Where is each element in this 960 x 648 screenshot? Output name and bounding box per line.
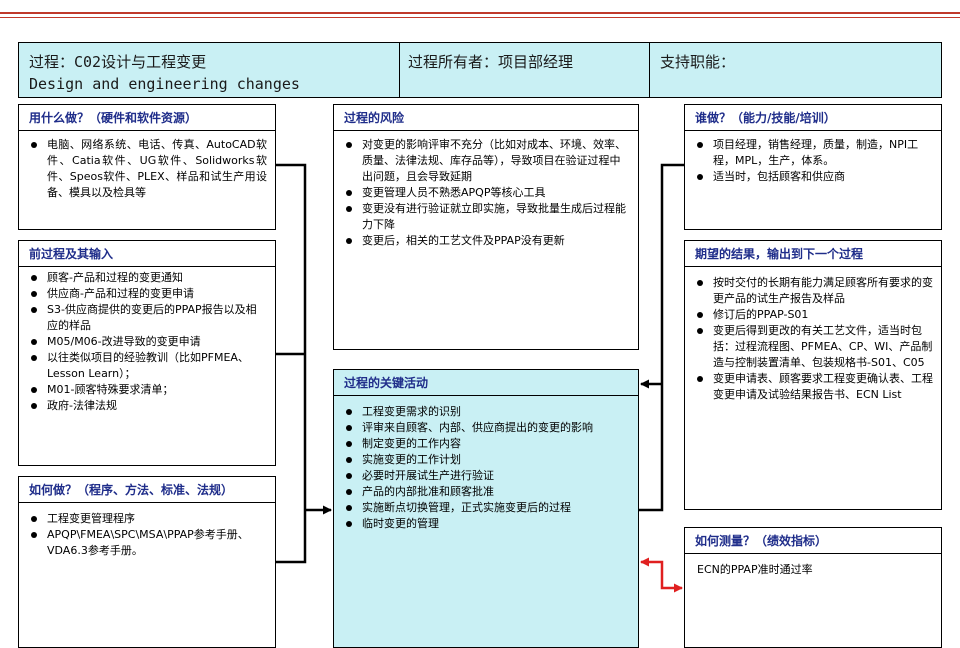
support-function: 支持职能： (660, 53, 736, 71)
list-item: 制定变更的工作内容 (344, 436, 630, 452)
list-item: 变更管理人员不熟悉APQP等核心工具 (344, 185, 630, 201)
connector-resources (276, 163, 307, 510)
how-title: 如何做？（程序、方法、标准、法规） (19, 477, 275, 503)
list-item: 对变更的影响评审不充分（比如对成本、环境、效率、质量、法律法规、库存品等），导致… (344, 137, 630, 185)
connector-how (276, 510, 307, 564)
results-box: 期望的结果，输出到下一个过程 按时交付的长期有能力满足顾客所有要求的变更产品的试… (684, 240, 942, 510)
list-item: 顾客-产品和过程的变更通知 (29, 270, 267, 286)
who-title: 谁做？（能力/技能/培训） (685, 105, 941, 131)
who-box: 谁做？（能力/技能/培训） 项目经理，销售经理，质量，制造，NPI工程，MPL，… (684, 104, 942, 230)
list-item: 工程变更管理程序 (29, 511, 267, 527)
connector-to-who (639, 163, 684, 512)
process-header: 过程：C02设计与工程变更 Design and engineering cha… (18, 42, 942, 98)
risk-list: 对变更的影响评审不充分（比如对成本、环境、效率、质量、法律法规、库存品等），导致… (344, 137, 630, 249)
process-title-en: Design and engineering changes (29, 75, 300, 93)
who-list: 项目经理，销售经理，质量，制造，NPI工程，MPL，生产，体系。 适当时，包括顾… (695, 137, 933, 185)
list-item: 实施断点切换管理，正式实施变更后的过程 (344, 500, 630, 516)
risk-title: 过程的风险 (334, 105, 638, 131)
list-item: 产品的内部批准和顾客批准 (344, 484, 630, 500)
list-item: 变更后，相关的工艺文件及PPAP没有更新 (344, 233, 630, 249)
measure-box: 如何测量？（绩效指标） ECN的PPAP准时通过率 (684, 527, 942, 648)
list-item: 以往类似项目的经验教训（比如PFMEA、Lesson Learn）； (29, 350, 267, 382)
key-activities-box: 过程的关键活动 工程变更需求的识别 评审来自顾客、内部、供应商提出的变更的影响 … (333, 369, 639, 648)
process-title-cn: 过程：C02设计与工程变更 (29, 53, 207, 71)
resources-box: 用什么做？（硬件和软件资源） 电脑、网络系统、电话、传真、AutoCAD软件、C… (18, 104, 276, 230)
measure-kpi: ECN的PPAP准时通过率 (697, 563, 813, 576)
list-item: 修订后的PPAP-S01 (695, 307, 933, 323)
process-title-cell: 过程：C02设计与工程变更 Design and engineering cha… (19, 43, 399, 97)
process-owner: 过程所有者：项目部经理 (408, 53, 574, 71)
list-item: APQP\FMEA\SPC\MSA\PPAP参考手册、VDA6.3参考手册。 (29, 527, 267, 559)
measure-feedback-arrow (640, 557, 683, 593)
measure-title: 如何测量？（绩效指标） (685, 528, 941, 554)
list-item: 必要时开展试生产进行验证 (344, 468, 630, 484)
list-item: 适当时，包括顾客和供应商 (695, 169, 933, 185)
resources-title: 用什么做？（硬件和软件资源） (19, 105, 275, 131)
list-item: 临时变更的管理 (344, 516, 630, 532)
support-function-cell: 支持职能： (649, 43, 943, 97)
list-item: 供应商-产品和过程的变更申请 (29, 286, 267, 302)
list-item: S3-供应商提供的变更后的PPAP报告以及相应的样品 (29, 302, 267, 334)
list-item: 按时交付的长期有能力满足顾客所有要求的变更产品的试生产报告及样品 (695, 275, 933, 307)
prior-process-title: 前过程及其输入 (19, 241, 275, 267)
key-activities-title: 过程的关键活动 (334, 370, 638, 396)
top-rule-thin (0, 17, 960, 18)
input-connectors (276, 163, 332, 564)
process-owner-cell: 过程所有者：项目部经理 (399, 43, 649, 97)
results-list: 按时交付的长期有能力满足顾客所有要求的变更产品的试生产报告及样品 修订后的PPA… (695, 275, 933, 403)
resources-list: 电脑、网络系统、电话、传真、AutoCAD软件、Catia软件、UG软件、Sol… (29, 137, 267, 201)
list-item: 实施变更的工作计划 (344, 452, 630, 468)
results-title: 期望的结果，输出到下一个过程 (685, 241, 941, 267)
top-rule (0, 12, 960, 14)
key-activities-list: 工程变更需求的识别 评审来自顾客、内部、供应商提出的变更的影响 制定变更的工作内… (344, 404, 630, 532)
how-list: 工程变更管理程序 APQP\FMEA\SPC\MSA\PPAP参考手册、VDA6… (29, 511, 267, 559)
list-item: 工程变更需求的识别 (344, 404, 630, 420)
risk-box: 过程的风险 对变更的影响评审不充分（比如对成本、环境、效率、质量、法律法规、库存… (333, 104, 639, 350)
prior-process-box: 前过程及其输入 顾客-产品和过程的变更通知 供应商-产品和过程的变更申请 S3-… (18, 240, 276, 466)
output-connectors (639, 163, 684, 512)
prior-process-list: 顾客-产品和过程的变更通知 供应商-产品和过程的变更申请 S3-供应商提供的变更… (29, 270, 267, 414)
list-item: 评审来自顾客、内部、供应商提出的变更的影响 (344, 420, 630, 436)
list-item: 政府-法律法规 (29, 398, 267, 414)
list-item: 电脑、网络系统、电话、传真、AutoCAD软件、Catia软件、UG软件、Sol… (29, 137, 267, 201)
list-item: 变更没有进行验证就立即实施，导致批量生成后过程能力下降 (344, 201, 630, 233)
list-item: 项目经理，销售经理，质量，制造，NPI工程，MPL，生产，体系。 (695, 137, 933, 169)
how-box: 如何做？（程序、方法、标准、法规） 工程变更管理程序 APQP\FMEA\SPC… (18, 476, 276, 648)
list-item: M05/M06-改进导致的变更申请 (29, 334, 267, 350)
list-item: 变更后得到更改的有关工艺文件，适当时包括：过程流程图、PFMEA、CP、WI、产… (695, 323, 933, 371)
list-item: M01-顾客特殊要求清单； (29, 382, 267, 398)
list-item: 变更申请表、顾客要求工程变更确认表、工程变更申请及试验结果报告书、ECN Lis… (695, 371, 933, 403)
